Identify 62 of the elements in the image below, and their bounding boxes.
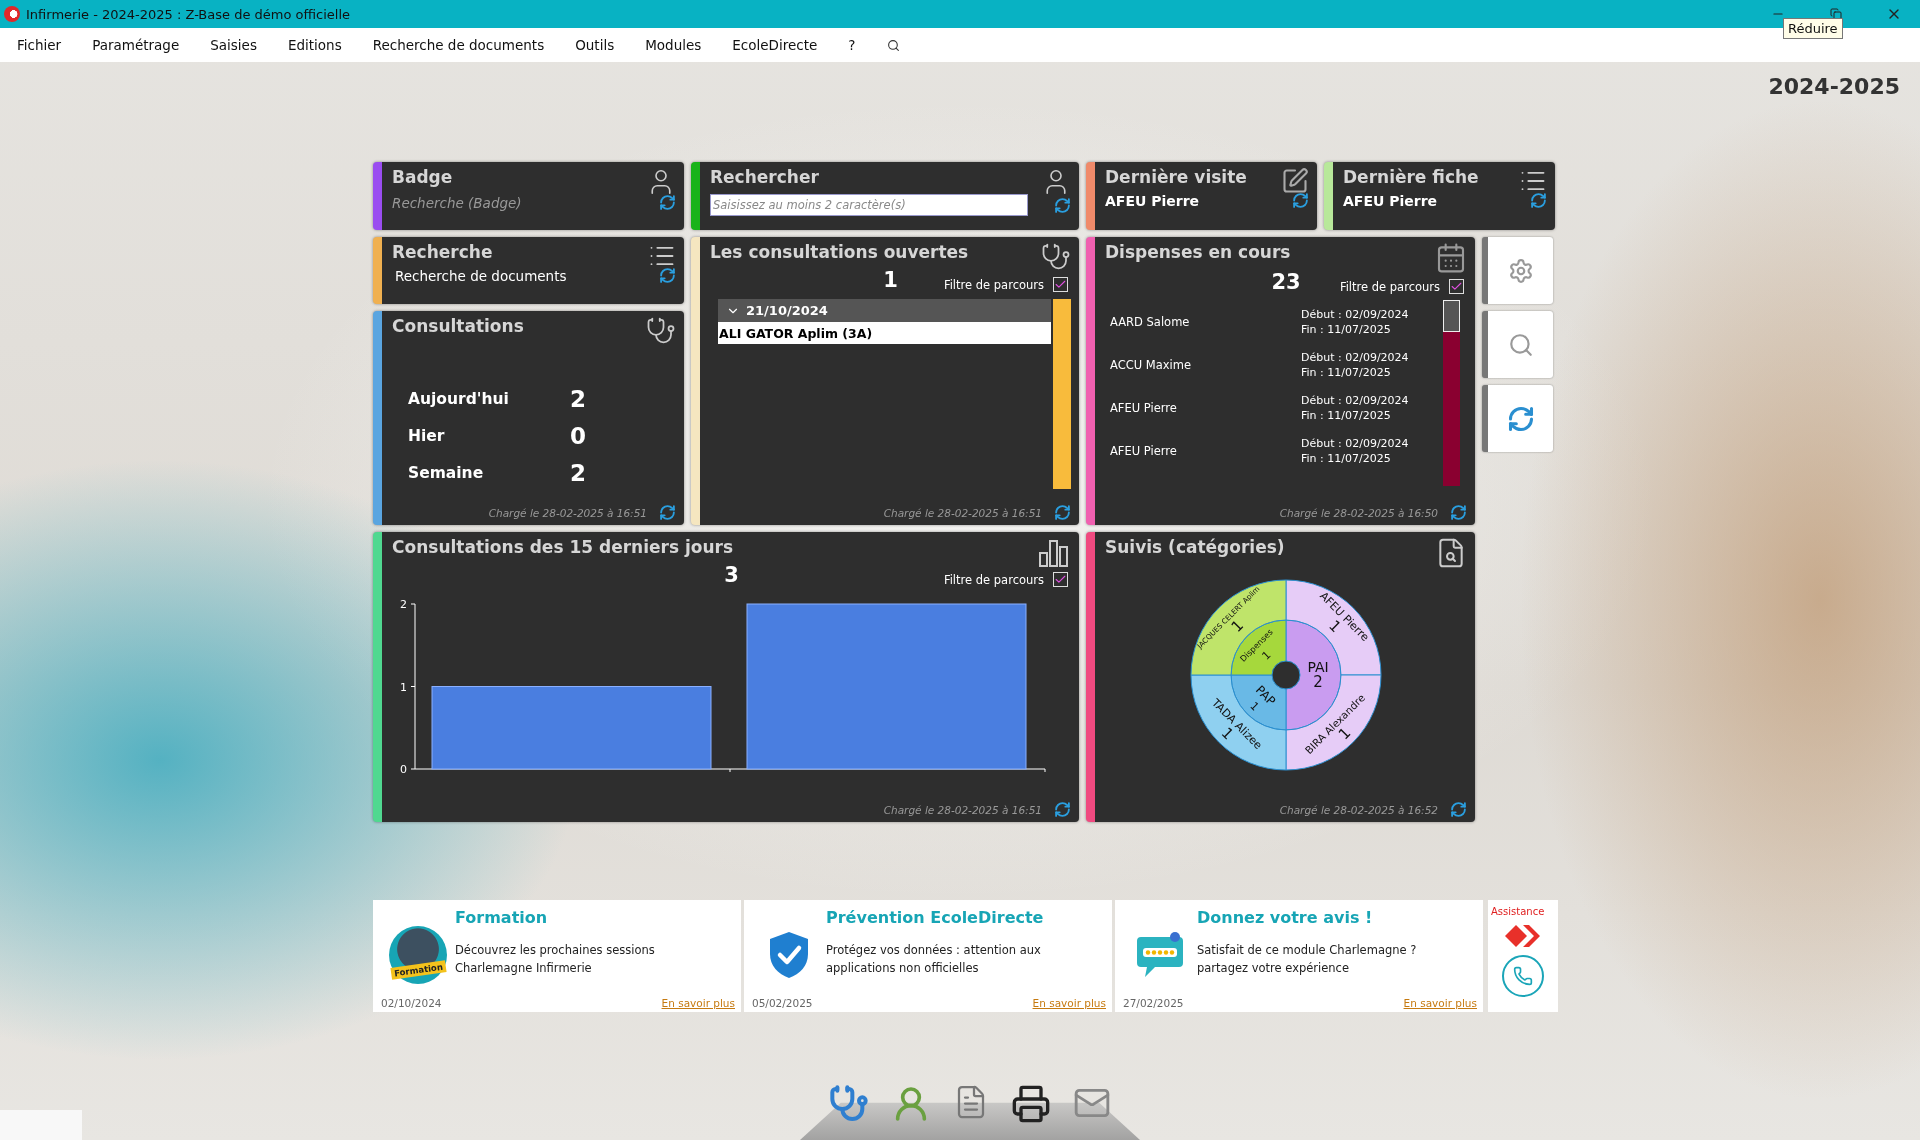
- panel-title: Consultations des 15 derniers jours: [392, 537, 734, 557]
- start-date: Début : 02/09/2024: [1301, 393, 1410, 407]
- filter-label: Filtre de parcours: [1339, 279, 1440, 294]
- filter-label: Filtre de parcours: [943, 277, 1044, 292]
- count: 3: [724, 563, 739, 587]
- card-date: 05/02/2025: [752, 997, 813, 1009]
- loaded-time: Chargé le 28-02-2025 à 16:50: [1279, 506, 1438, 519]
- student-name: AFEU Pierre: [1110, 443, 1178, 458]
- card-date: 02/10/2024: [381, 997, 442, 1009]
- panel-title: Consultations: [392, 316, 524, 336]
- count: 23: [1271, 270, 1301, 294]
- panel-title: Rechercher: [710, 167, 819, 187]
- stat-label: Hier: [408, 426, 446, 445]
- end-date: Fin : 11/07/2025: [1301, 451, 1392, 465]
- student-name: AFEU Pierre: [1110, 400, 1178, 415]
- student-name: ACCU Maxime: [1110, 357, 1193, 372]
- card-date: 27/02/2025: [1123, 997, 1184, 1009]
- loaded-time: Chargé le 28-02-2025 à 16:52: [1279, 803, 1438, 816]
- stat-label: Aujourd'hui: [408, 389, 510, 408]
- loaded-time: Chargé le 28-02-2025 à 16:51: [883, 803, 1042, 816]
- filter-label: Filtre de parcours: [943, 572, 1044, 587]
- student-name: AFEU Pierre: [1343, 192, 1438, 209]
- stat-value: 2: [569, 385, 587, 412]
- assistance-label: Assistance: [1490, 906, 1545, 917]
- start-date: Début : 02/09/2024: [1301, 436, 1410, 450]
- card-text: Satisfait de ce module Charlemagne ? partagez votre expérience: [1197, 942, 1418, 977]
- group-date: 21/10/2024: [746, 303, 828, 318]
- segment-value: 2: [1313, 673, 1323, 691]
- panel-title: Recherche: [392, 242, 493, 262]
- start-date: Début : 02/09/2024: [1301, 307, 1410, 321]
- window-title: Infirmerie - 2024-2025 : Z-Base de démo officielle: [26, 6, 352, 22]
- logo-label: Formation: [389, 959, 447, 980]
- count: 1: [883, 268, 898, 292]
- segment-label: PAI: [1307, 659, 1329, 675]
- card-title: Formation: [455, 908, 549, 927]
- student-name: AFEU Pierre: [1105, 192, 1200, 209]
- tooltip: Réduire: [1783, 18, 1843, 39]
- tick-label: 2: [400, 598, 407, 611]
- end-date: Fin : 11/07/2025: [1301, 408, 1392, 422]
- card-title: Prévention EcoleDirecte: [826, 908, 1045, 927]
- loaded-time: Chargé le 28-02-2025 à 16:51: [883, 506, 1042, 519]
- card-title: Donnez votre avis !: [1197, 908, 1374, 927]
- panel-title: Dispenses en cours: [1105, 242, 1291, 262]
- panel-title: Dernière fiche: [1343, 167, 1479, 187]
- student-name: AARD Salome: [1110, 314, 1191, 329]
- card-text: Protégez vos données : attention aux applications non officielles: [826, 942, 1042, 977]
- card-text: Découvrez les prochaines sessions Charlemagne Infirmerie: [455, 942, 656, 977]
- loaded-time: Chargé le 28-02-2025 à 16:51: [488, 506, 647, 519]
- tick-label: 1: [400, 680, 407, 694]
- stat-value: 2: [569, 459, 587, 486]
- segment-value: 1: [1247, 699, 1262, 714]
- stat-value: 0: [569, 422, 587, 449]
- stat-label: Semaine: [408, 463, 485, 482]
- panel-title: Suivis (catégories): [1105, 537, 1285, 557]
- start-date: Début : 02/09/2024: [1301, 350, 1410, 364]
- panel-title: Badge: [392, 167, 453, 187]
- panel-title: Dernière visite: [1105, 167, 1247, 187]
- end-date: Fin : 11/07/2025: [1301, 365, 1392, 379]
- panel-title: Les consultations ouvertes: [710, 242, 969, 262]
- end-date: Fin : 11/07/2025: [1301, 322, 1392, 336]
- school-year: 2024-2025: [1768, 74, 1900, 101]
- tick-label: 0: [400, 763, 407, 776]
